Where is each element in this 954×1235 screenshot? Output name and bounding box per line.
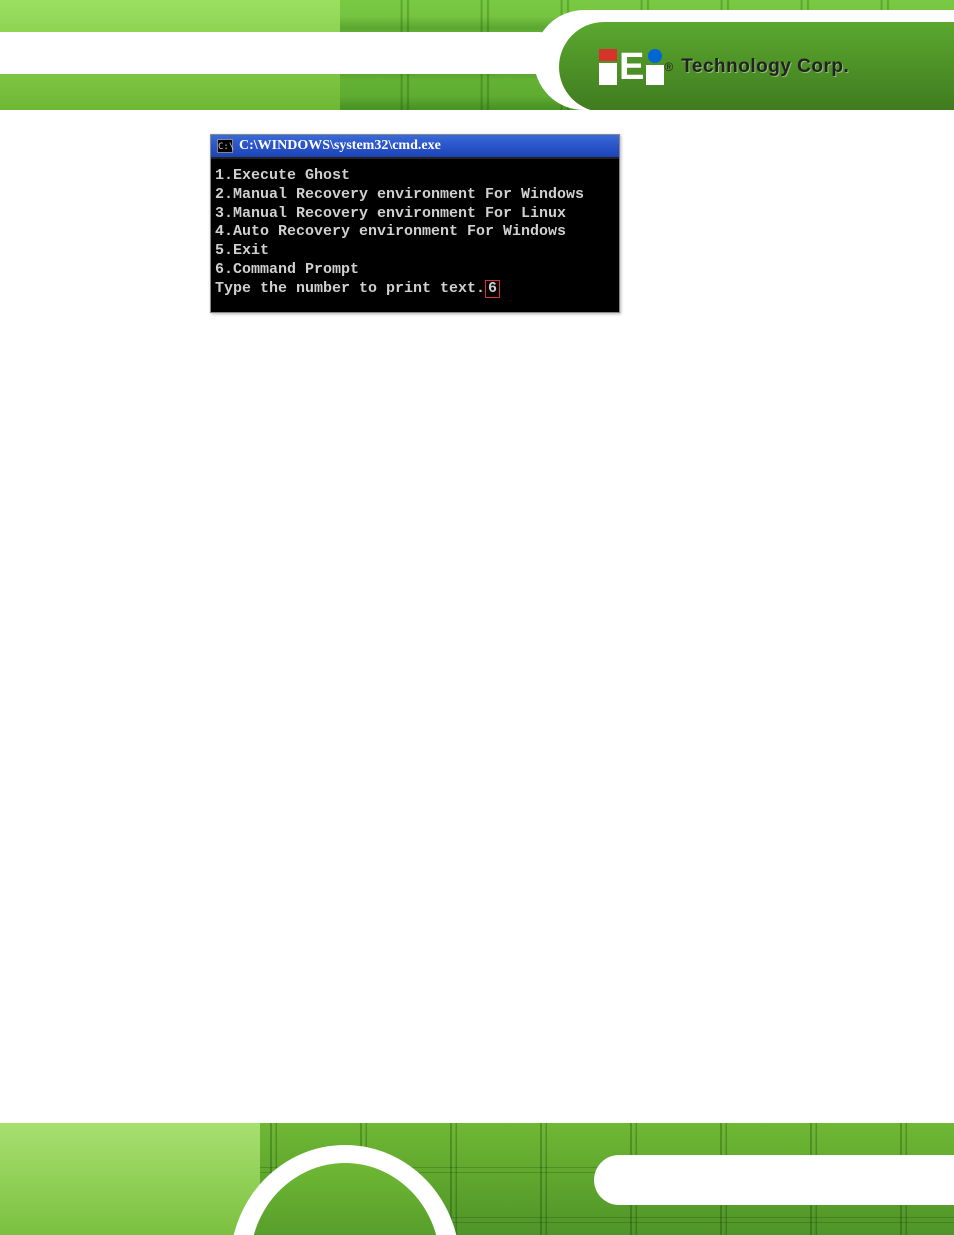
menu-line-3: 3.Manual Recovery environment For Linux (215, 205, 566, 222)
logo-letter-i-left (599, 49, 617, 85)
cmd-titlebar: C:\ C:\WINDOWS\system32\cmd.exe (211, 135, 619, 157)
cmd-window: C:\ C:\WINDOWS\system32\cmd.exe 1.Execut… (210, 134, 620, 313)
banner-white-strip (0, 32, 560, 74)
page-header-banner: E ® Technology Corp. (0, 0, 954, 110)
menu-line-2: 2.Manual Recovery environment For Window… (215, 186, 584, 203)
footer-swoop (230, 1145, 460, 1235)
menu-line-5: 5.Exit (215, 242, 269, 259)
page-footer-banner (0, 1123, 954, 1235)
logo-letter-i-right (646, 49, 664, 85)
footer-left-texture (0, 1123, 260, 1235)
menu-line-4: 4.Auto Recovery environment For Windows (215, 223, 566, 240)
menu-line-1: 1.Execute Ghost (215, 167, 350, 184)
iei-logo: E (599, 48, 664, 86)
footer-white-strip (594, 1155, 954, 1205)
logo-letter-e: E (619, 48, 644, 86)
cmd-window-title: C:\WINDOWS\system32\cmd.exe (239, 138, 441, 154)
cmd-input-highlight[interactable]: 6 (485, 280, 500, 299)
cmd-body: 1.Execute Ghost 2.Manual Recovery enviro… (211, 157, 619, 312)
menu-line-6: 6.Command Prompt (215, 261, 359, 278)
brand-text: Technology Corp. (681, 56, 849, 78)
registered-mark: ® (664, 60, 673, 74)
cmd-prompt-text: Type the number to print text. (215, 280, 485, 297)
cmd-icon: C:\ (217, 139, 233, 153)
banner-brand-bar: E ® Technology Corp. (559, 22, 954, 110)
